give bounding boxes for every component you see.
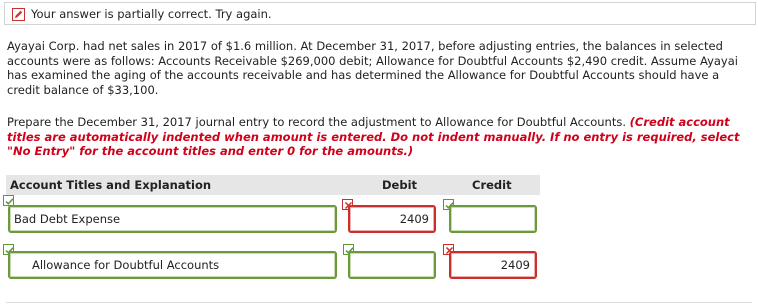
question-paragraph: Ayayai Corp. had net sales in 2017 of $1… xyxy=(7,39,738,97)
debit-input-row1[interactable]: 2409 xyxy=(348,205,436,233)
column-header-account: Account Titles and Explanation xyxy=(10,178,212,192)
account-select-row2[interactable]: Allowance for Doubtful Accounts xyxy=(8,251,337,279)
feedback-message: Your answer is partially correct. Try ag… xyxy=(31,7,272,21)
credit-input-row1[interactable] xyxy=(449,205,537,233)
table-header: Account Titles and Explanation Debit Cre… xyxy=(6,175,540,195)
debit-input-row2[interactable] xyxy=(348,251,436,279)
column-header-debit: Debit xyxy=(382,178,418,192)
instruction-text: Prepare the December 31, 2017 journal en… xyxy=(7,115,630,129)
account-select-row1[interactable]: Bad Debt Expense xyxy=(8,205,337,233)
credit-input-row2[interactable]: 2409 xyxy=(449,251,537,279)
pencil-icon xyxy=(12,8,25,21)
divider xyxy=(6,302,752,303)
feedback-banner: Your answer is partially correct. Try ag… xyxy=(4,2,756,25)
instruction-paragraph: Prepare the December 31, 2017 journal en… xyxy=(7,115,747,159)
column-header-credit: Credit xyxy=(472,178,512,192)
